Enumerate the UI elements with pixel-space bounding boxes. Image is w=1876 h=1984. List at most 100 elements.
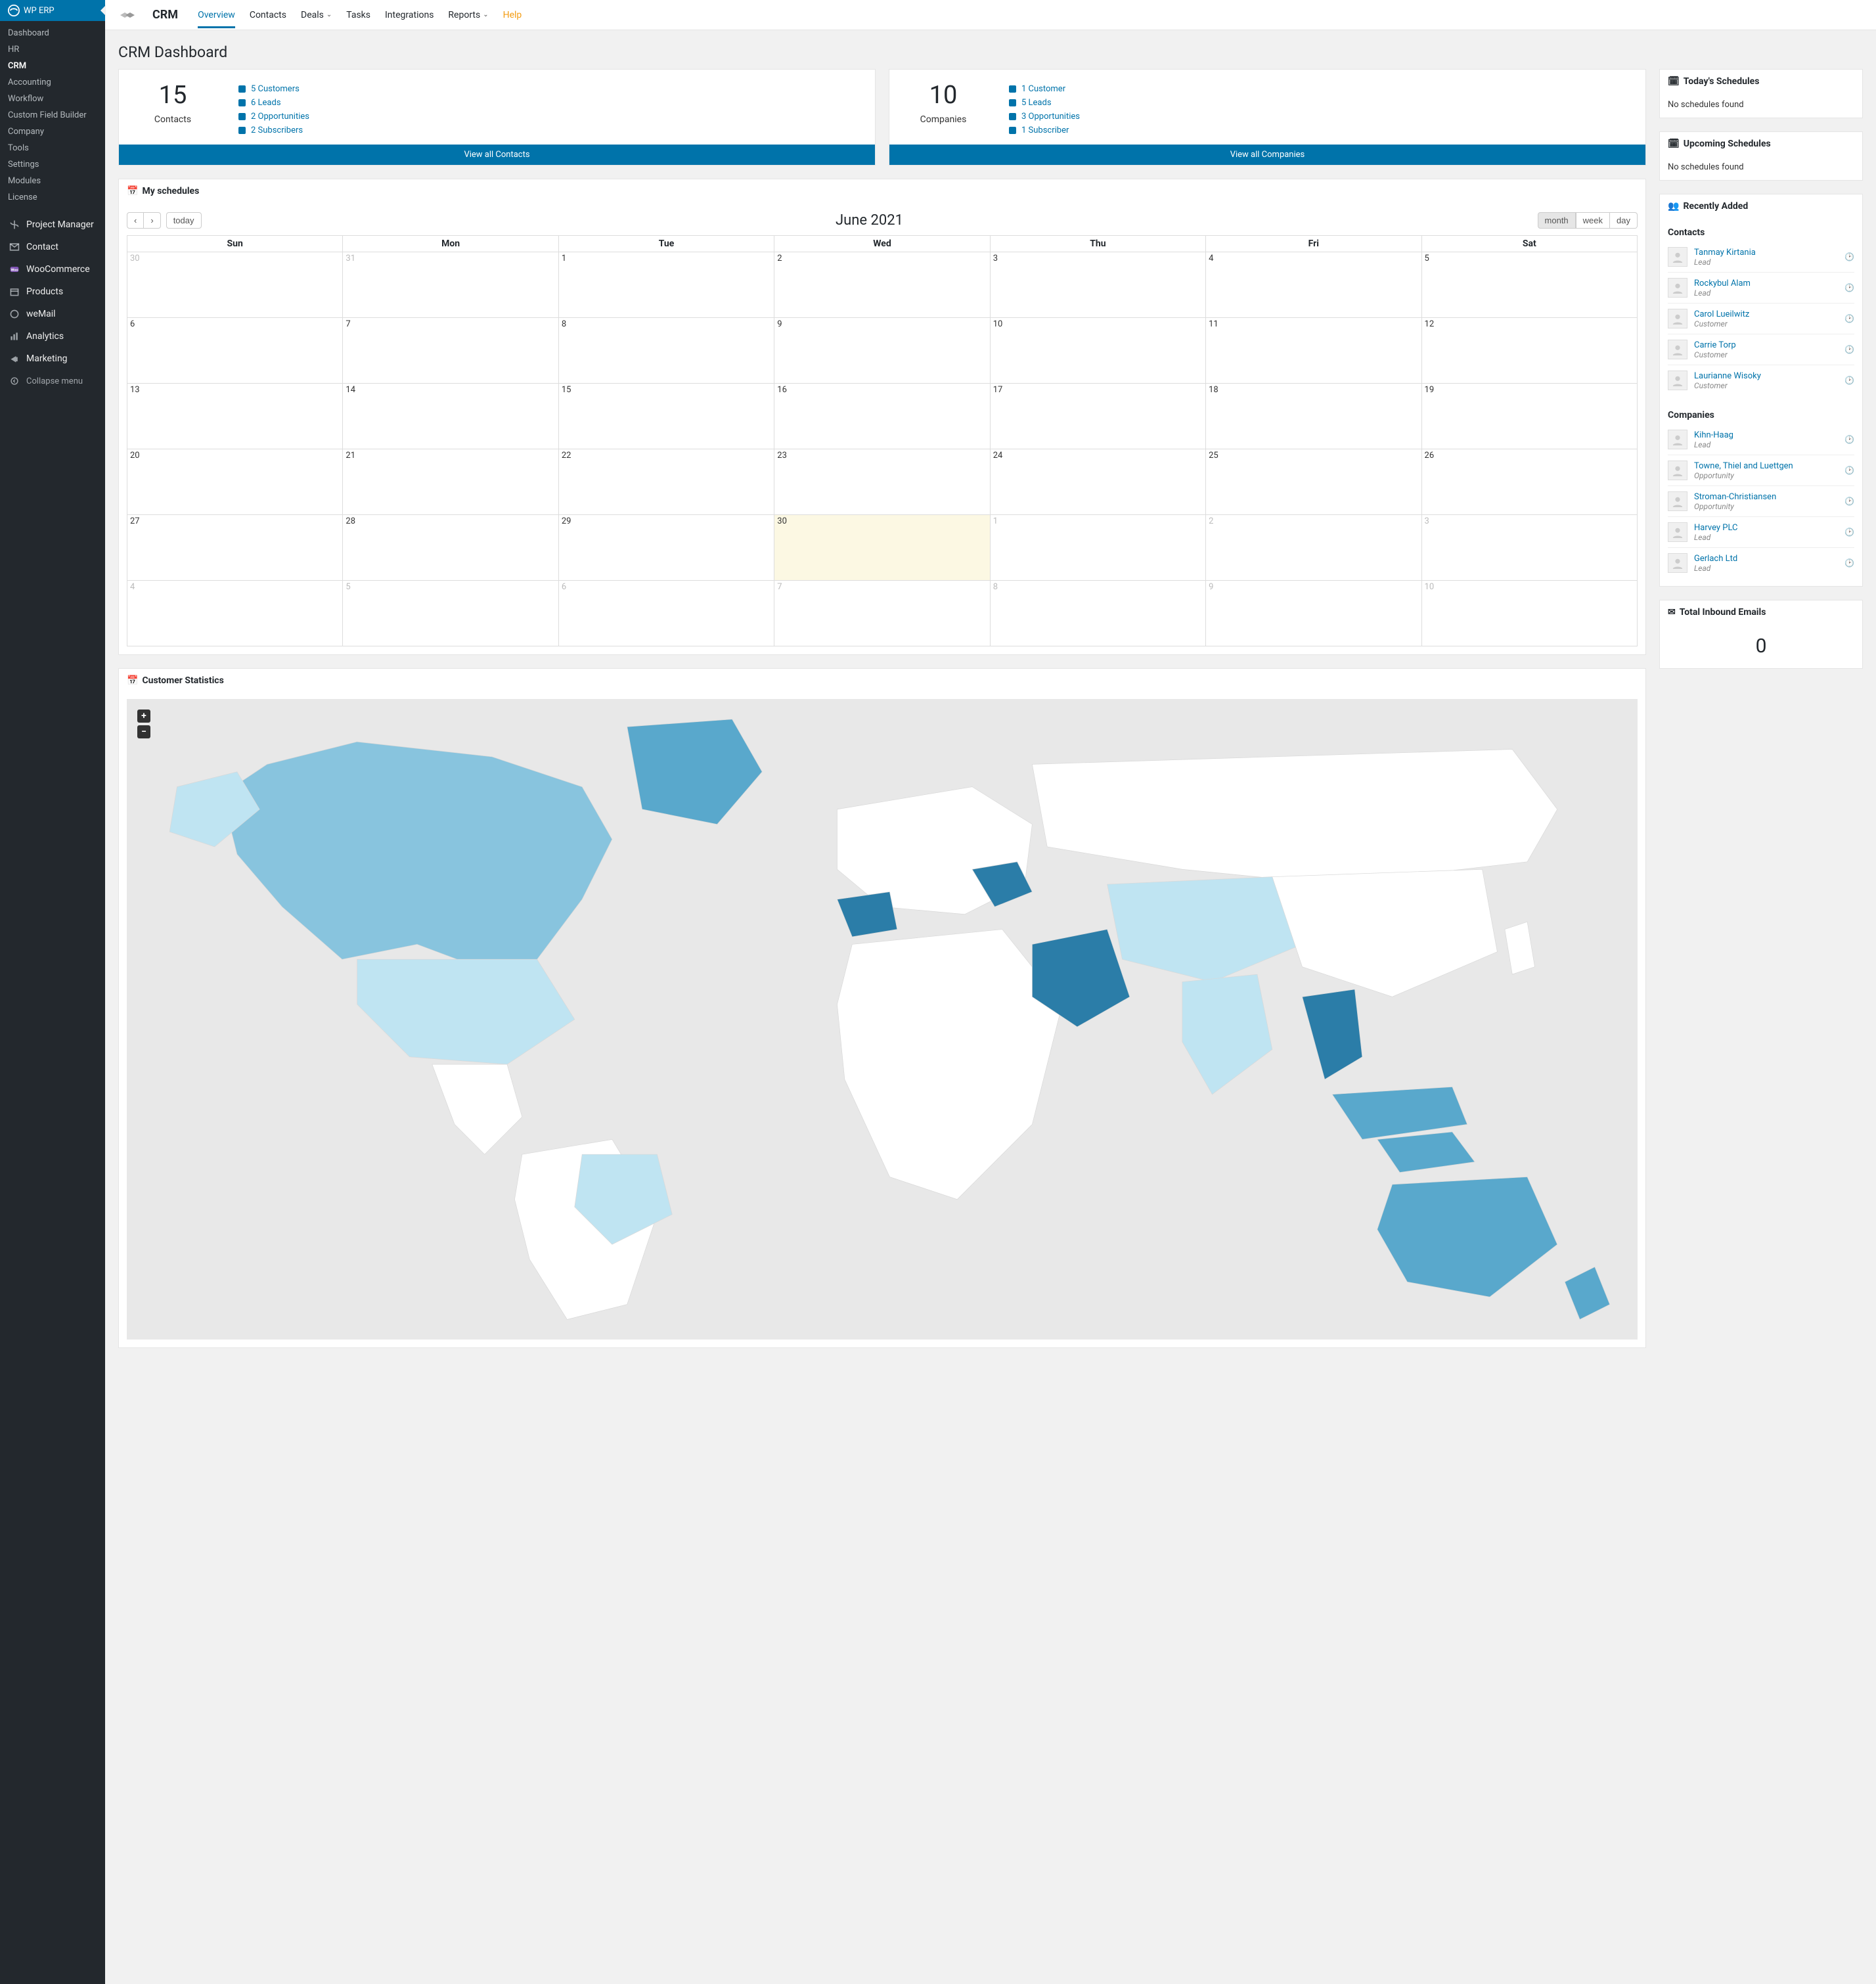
contacts-breakdown-link-3[interactable]: 2 Subscribers [238, 125, 309, 135]
calendar-cell[interactable]: 12 [1421, 318, 1637, 384]
admin-submenu-crm[interactable]: CRM [0, 58, 105, 74]
calendar-cell[interactable]: 30 [127, 252, 343, 318]
admin-menu-contact[interactable]: Contact [0, 236, 105, 258]
recent-contact-name-link[interactable]: Tanmay Kirtania [1694, 248, 1756, 258]
admin-menu-wemail[interactable]: weMail [0, 303, 105, 325]
recent-company-name-link[interactable]: Harvey PLC [1694, 523, 1738, 533]
calendar-cell[interactable]: 18 [1206, 384, 1421, 449]
recent-contact-name-link[interactable]: Carrie Torp [1694, 340, 1736, 350]
calendar-cell[interactable]: 3 [990, 252, 1205, 318]
admin-submenu-modules[interactable]: Modules [0, 173, 105, 189]
calendar-view-day[interactable]: day [1610, 212, 1638, 229]
companies-breakdown-link-3[interactable]: 1 Subscriber [1009, 125, 1080, 135]
calendar-cell[interactable]: 3 [1421, 515, 1637, 581]
recent-company-name-link[interactable]: Towne, Thiel and Luettgen [1694, 461, 1793, 471]
calendar-next-button[interactable]: › [144, 212, 160, 229]
calendar-cell[interactable]: 10 [990, 318, 1205, 384]
tab-tasks[interactable]: Tasks [346, 2, 370, 28]
calendar-cell[interactable]: 30 [774, 515, 990, 581]
calendar-cell[interactable]: 28 [343, 515, 558, 581]
calendar-cell[interactable]: 5 [1421, 252, 1637, 318]
contacts-breakdown-link-2[interactable]: 2 Opportunities [238, 112, 309, 122]
admin-menu-products[interactable]: Products [0, 281, 105, 303]
contacts-breakdown-link-0[interactable]: 5 Customers [238, 84, 309, 94]
admin-submenu-workflow[interactable]: Workflow [0, 91, 105, 107]
calendar-cell[interactable]: 13 [127, 384, 343, 449]
calendar-cell[interactable]: 10 [1421, 581, 1637, 646]
admin-menu-analytics[interactable]: Analytics [0, 325, 105, 348]
calendar-cell[interactable]: 8 [990, 581, 1205, 646]
admin-submenu-dashboard[interactable]: Dashboard [0, 25, 105, 41]
calendar-cell[interactable]: 2 [1206, 515, 1421, 581]
map-zoom-out-button[interactable]: − [137, 725, 150, 738]
recent-company-name-link[interactable]: Stroman-Christiansen [1694, 492, 1776, 502]
admin-submenu-custom-field-builder[interactable]: Custom Field Builder [0, 107, 105, 124]
calendar-cell[interactable]: 16 [774, 384, 990, 449]
recent-contact-name-link[interactable]: Laurianne Wisoky [1694, 371, 1761, 381]
calendar-cell[interactable]: 6 [558, 581, 774, 646]
admin-submenu-license[interactable]: License [0, 189, 105, 206]
wp-erp-brand[interactable]: WP ERP [0, 0, 105, 21]
calendar-cell[interactable]: 15 [558, 384, 774, 449]
calendar-cell[interactable]: 23 [774, 449, 990, 515]
calendar-cell[interactable]: 9 [1206, 581, 1421, 646]
calendar-cell[interactable]: 7 [774, 581, 990, 646]
calendar-cell[interactable]: 9 [774, 318, 990, 384]
calendar-cell[interactable]: 5 [343, 581, 558, 646]
recent-contact-name-link[interactable]: Carol Lueilwitz [1694, 309, 1749, 319]
tab-integrations[interactable]: Integrations [385, 2, 434, 28]
admin-menu-marketing[interactable]: Marketing [0, 348, 105, 370]
companies-breakdown-link-1[interactable]: 5 Leads [1009, 98, 1080, 108]
calendar-view-week[interactable]: week [1576, 212, 1610, 229]
admin-main-menu: Project ManagerContactWooWooCommerceProd… [0, 210, 105, 396]
calendar-cell[interactable]: 4 [127, 581, 343, 646]
view-all-companies-link[interactable]: View all Companies [889, 145, 1645, 165]
tab-help[interactable]: Help [503, 2, 522, 28]
calendar-cell[interactable]: 1 [558, 252, 774, 318]
calendar-view-month[interactable]: month [1538, 212, 1576, 229]
companies-breakdown-link-2[interactable]: 3 Opportunities [1009, 112, 1080, 122]
calendar-cell[interactable]: 17 [990, 384, 1205, 449]
clock-icon: 🕑 [1844, 558, 1854, 568]
companies-breakdown-link-0[interactable]: 1 Customer [1009, 84, 1080, 94]
calendar-cell[interactable]: 21 [343, 449, 558, 515]
calendar-cell[interactable]: 2 [774, 252, 990, 318]
world-map[interactable]: + − [127, 699, 1638, 1340]
calendar-cell[interactable]: 22 [558, 449, 774, 515]
contacts-breakdown-link-1[interactable]: 6 Leads [238, 98, 309, 108]
admin-submenu-accounting[interactable]: Accounting [0, 74, 105, 91]
calendar-cell[interactable]: 6 [127, 318, 343, 384]
calendar-cell[interactable]: 26 [1421, 449, 1637, 515]
calendar-cell[interactable]: 1 [990, 515, 1205, 581]
admin-submenu-hr[interactable]: HR [0, 41, 105, 58]
admin-submenu-tools[interactable]: Tools [0, 140, 105, 156]
calendar-cell[interactable]: 14 [343, 384, 558, 449]
calendar-cell[interactable]: 25 [1206, 449, 1421, 515]
calendar-prev-button[interactable]: ‹ [127, 212, 144, 229]
calendar-today-button[interactable]: today [166, 212, 202, 229]
admin-menu-woocommerce[interactable]: WooWooCommerce [0, 258, 105, 281]
calendar-cell[interactable]: 20 [127, 449, 343, 515]
calendar-cell[interactable]: 31 [343, 252, 558, 318]
calendar-cell[interactable]: 27 [127, 515, 343, 581]
recent-company-name-link[interactable]: Kihn-Haag [1694, 430, 1733, 440]
calendar-cell[interactable]: 8 [558, 318, 774, 384]
recent-contact-name-link[interactable]: Rockybul Alam [1694, 279, 1751, 288]
admin-submenu-company[interactable]: Company [0, 124, 105, 140]
tab-contacts[interactable]: Contacts [250, 2, 286, 28]
calendar-cell[interactable]: 29 [558, 515, 774, 581]
calendar-cell[interactable]: 11 [1206, 318, 1421, 384]
admin-menu-project-manager[interactable]: Project Manager [0, 214, 105, 236]
admin-submenu-settings[interactable]: Settings [0, 156, 105, 173]
recent-company-name-link[interactable]: Gerlach Ltd [1694, 554, 1737, 564]
calendar-cell[interactable]: 7 [343, 318, 558, 384]
calendar-cell[interactable]: 4 [1206, 252, 1421, 318]
tab-overview[interactable]: Overview [198, 2, 235, 28]
collapse-menu-button[interactable]: Collapse menu [0, 370, 105, 392]
view-all-contacts-link[interactable]: View all Contacts [119, 145, 875, 165]
calendar-cell[interactable]: 19 [1421, 384, 1637, 449]
tab-deals[interactable]: Deals⌄ [301, 2, 332, 28]
tab-reports[interactable]: Reports⌄ [448, 2, 488, 28]
calendar-cell[interactable]: 24 [990, 449, 1205, 515]
map-zoom-in-button[interactable]: + [137, 710, 150, 723]
